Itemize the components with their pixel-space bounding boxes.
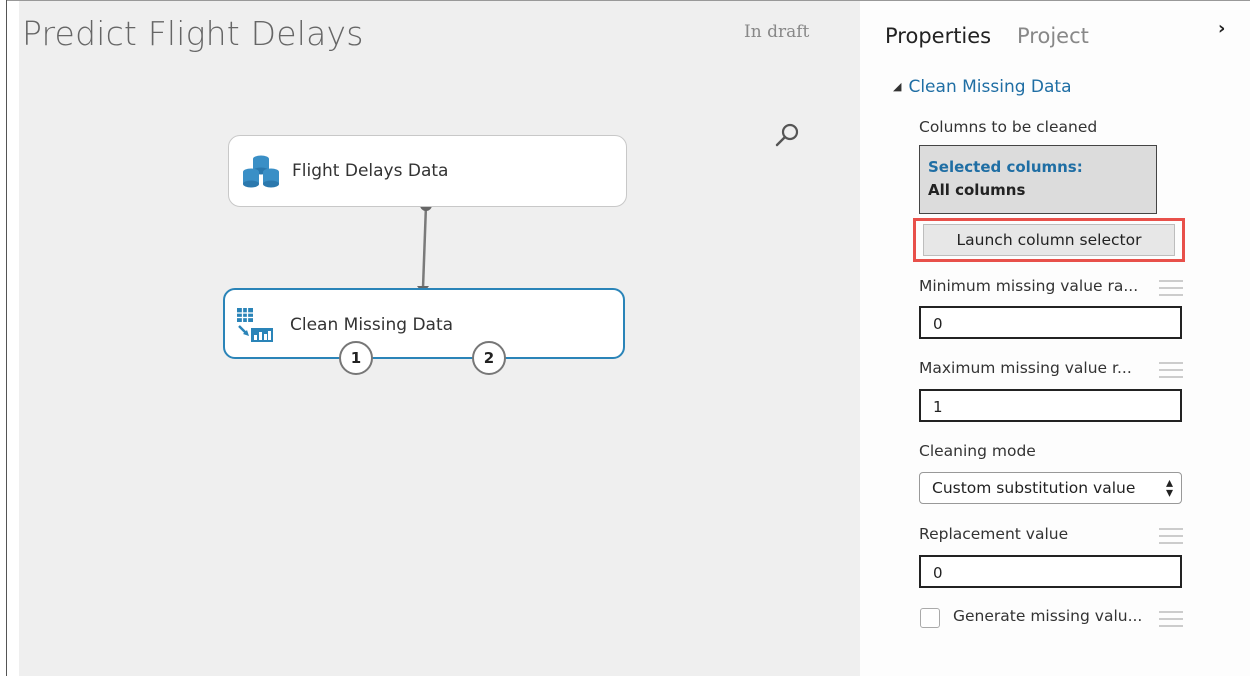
generate-missing-indicator-label: Generate missing valu...	[953, 607, 1143, 625]
min-missing-ratio-label: Minimum missing value ra...	[919, 277, 1139, 295]
cleaning-mode-label: Cleaning mode	[919, 442, 1036, 460]
select-arrows-icon: ▴ ▾	[1165, 475, 1173, 501]
collapse-panel-chevron-icon[interactable]: ›	[1218, 18, 1232, 39]
selected-columns-box: Selected columns: All columns	[919, 145, 1157, 214]
module-label: Clean Missing Data	[290, 315, 454, 335]
draft-status: In draft	[744, 22, 810, 42]
parameter-menu-icon[interactable]	[1159, 528, 1183, 546]
section-title: Clean Missing Data	[908, 77, 1072, 97]
max-missing-ratio-label: Maximum missing value r...	[919, 359, 1132, 377]
max-missing-ratio-input[interactable]: 1	[919, 389, 1182, 422]
launch-column-selector-button[interactable]: Launch column selector	[923, 224, 1175, 256]
replacement-value-label: Replacement value	[919, 525, 1069, 543]
output-port-2[interactable]: 2	[472, 341, 506, 375]
cleaning-mode-value: Custom substitution value	[932, 479, 1136, 497]
parameter-menu-icon[interactable]	[1159, 362, 1183, 380]
database-icon	[243, 155, 279, 188]
tab-properties[interactable]: Properties	[885, 24, 991, 48]
search-icon[interactable]	[772, 120, 802, 150]
output-port-1[interactable]: 1	[339, 341, 373, 375]
cleaning-mode-select[interactable]: Custom substitution value ▴ ▾	[919, 472, 1182, 504]
selected-columns-title: Selected columns:	[928, 158, 1083, 176]
collapse-triangle-icon: ◢	[893, 80, 902, 93]
min-missing-ratio-input[interactable]: 0	[919, 306, 1182, 339]
selected-columns-value: All columns	[928, 181, 1026, 199]
generate-missing-indicator-checkbox[interactable]	[920, 608, 940, 628]
tab-project[interactable]: Project	[1017, 24, 1089, 48]
parameter-menu-icon[interactable]	[1159, 280, 1183, 298]
replacement-value-input[interactable]: 0	[919, 555, 1182, 588]
module-label: Flight Delays Data	[292, 161, 449, 181]
parameter-menu-icon[interactable]	[1159, 611, 1183, 629]
module-flight-delays-data[interactable]: Flight Delays Data	[228, 135, 627, 207]
columns-label: Columns to be cleaned	[919, 118, 1098, 136]
module-clean-missing-data[interactable]: Clean Missing Data	[223, 288, 625, 359]
clean-data-icon	[237, 308, 273, 342]
section-header-clean-missing-data[interactable]: ◢ Clean Missing Data	[893, 77, 1072, 97]
experiment-title[interactable]: Predict Flight Delays	[22, 14, 364, 53]
canvas-gutter	[7, 1, 19, 676]
